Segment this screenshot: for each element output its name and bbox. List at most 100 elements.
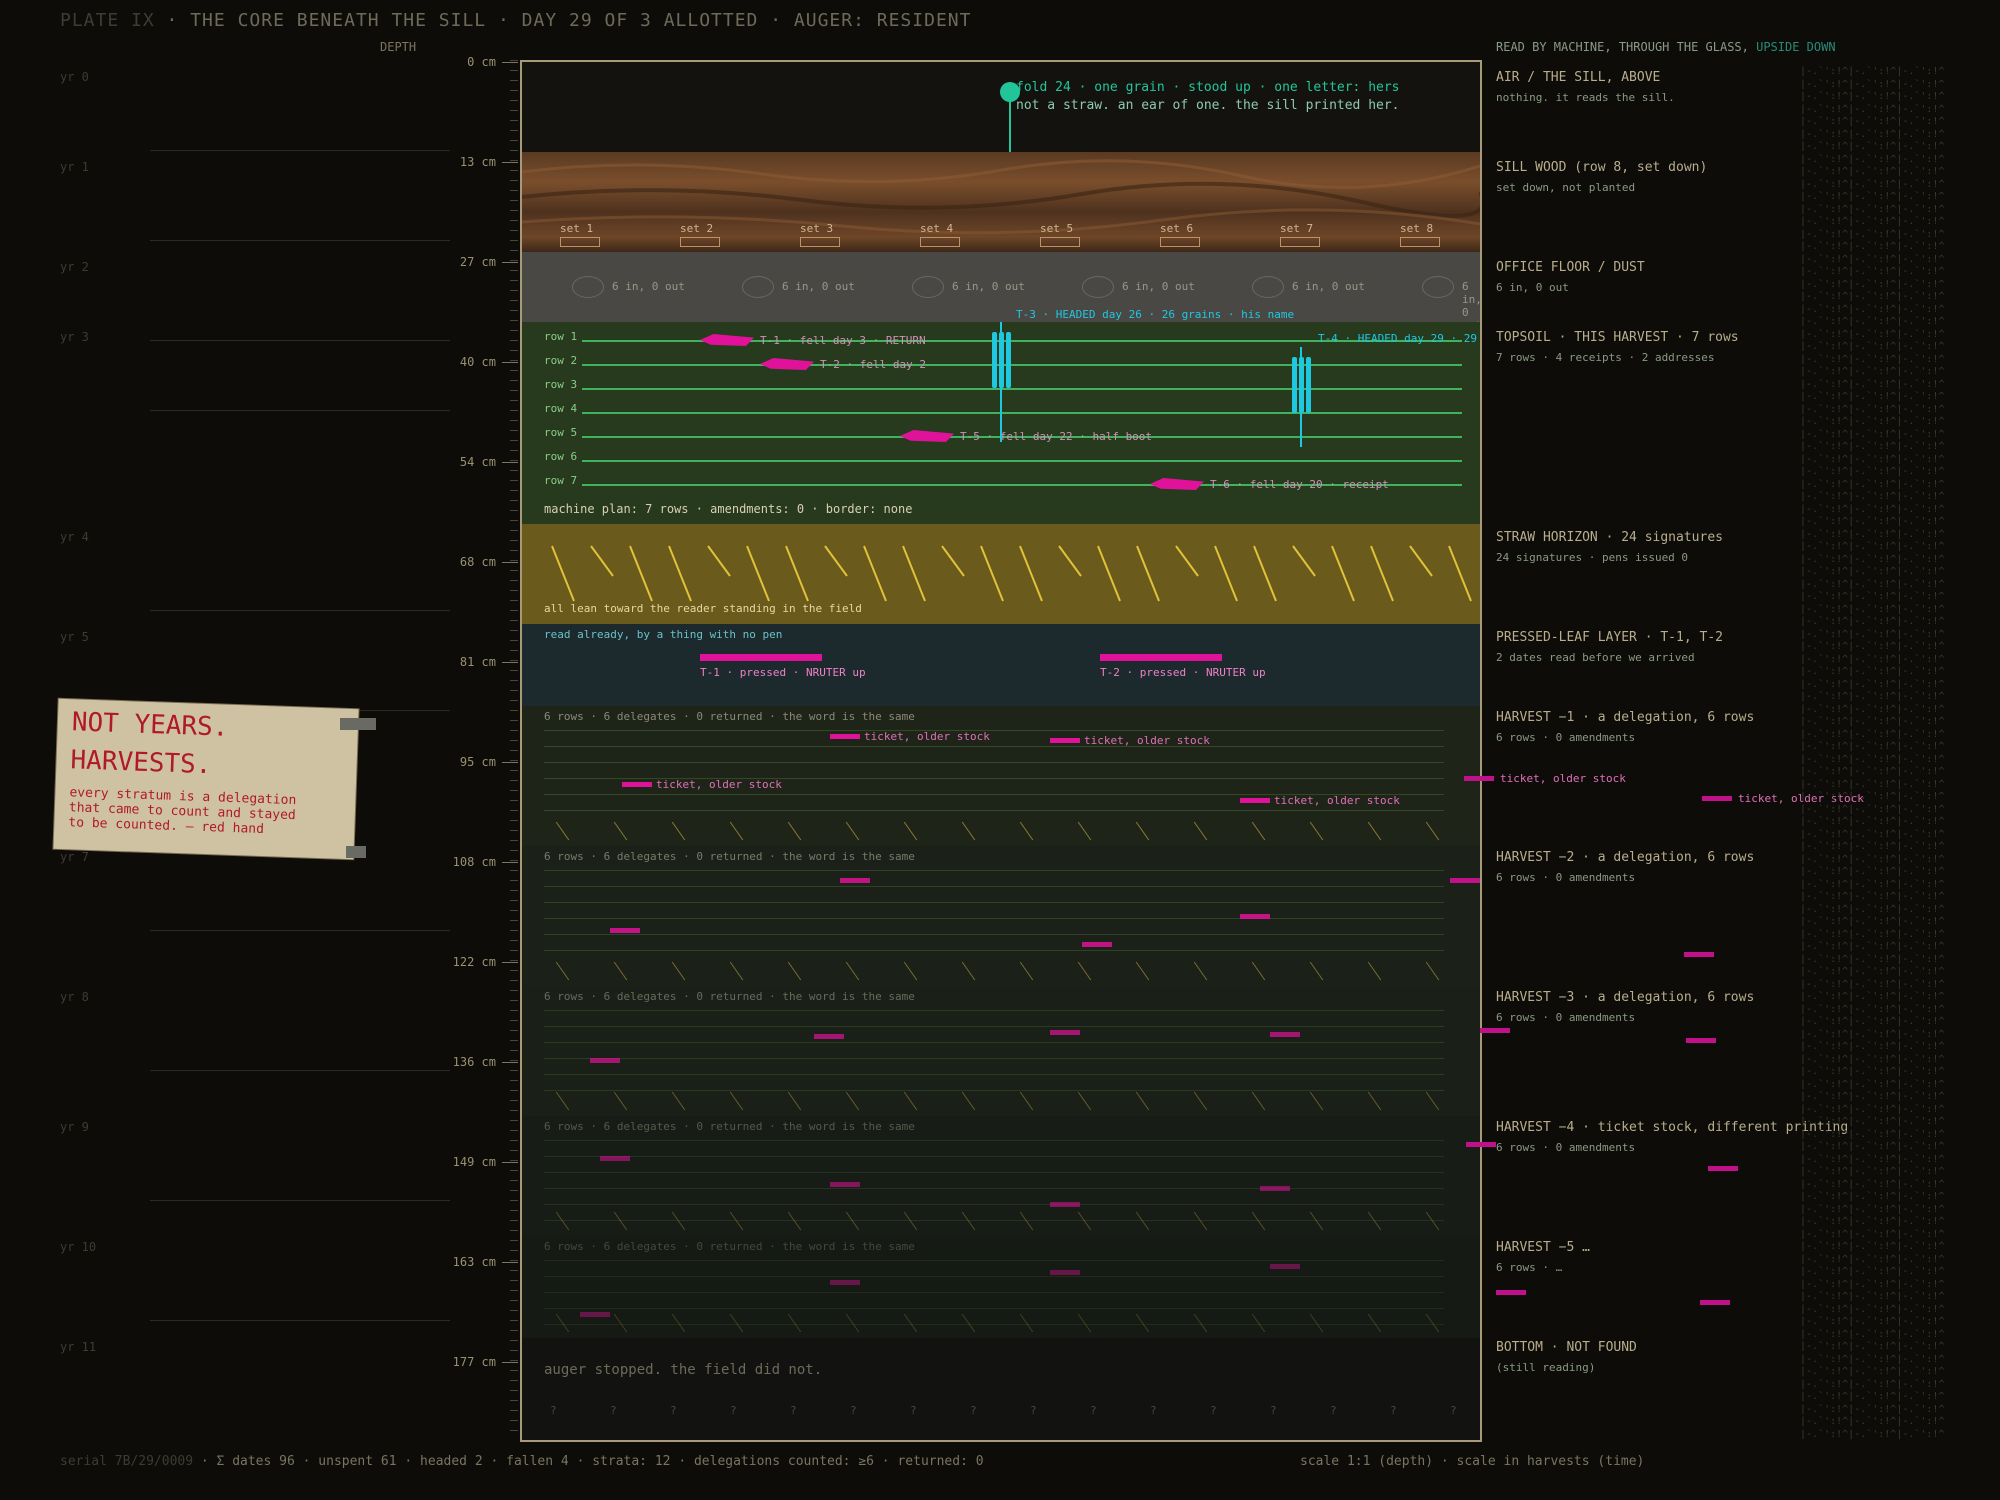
pressed-t1-label: T-1 · pressed · NRUTER up — [700, 666, 866, 679]
minor-tick — [510, 1210, 518, 1211]
minor-tick — [510, 480, 518, 481]
straw-signature — [1214, 545, 1238, 602]
year-label: yr 2 — [60, 260, 89, 274]
depth-header: DEPTH — [380, 40, 417, 54]
depth-tick-label: 40 cm — [459, 355, 496, 369]
minor-tick — [510, 570, 518, 571]
harvest-row — [544, 1260, 1444, 1261]
depth-tick-label: 136 cm — [452, 1055, 496, 1069]
minor-tick — [510, 700, 518, 701]
minor-tick — [510, 920, 518, 921]
minor-tick — [510, 310, 518, 311]
set-label: set 3 — [800, 222, 834, 235]
minor-tick — [510, 1000, 518, 1001]
set-box — [920, 237, 960, 247]
minor-tick — [510, 1120, 518, 1121]
minor-tick — [510, 200, 518, 201]
floor-mark: 6 in, 0 out — [952, 280, 1025, 293]
ticket-mark — [1270, 1032, 1300, 1037]
harvest-row — [544, 1026, 1444, 1027]
straw-signature — [1058, 545, 1082, 577]
minor-tick — [510, 270, 518, 271]
soil-core: fold 24 · one grain · stood up · one let… — [520, 60, 1482, 1442]
floor-circle — [1252, 276, 1284, 298]
depth-tick — [502, 462, 518, 463]
stratum-sub: 6 rows · 0 amendments — [1496, 1011, 1636, 1024]
stratum-title: HARVEST −4 · ticket stock, different pri… — [1496, 1120, 1849, 1135]
ticket-mark — [840, 878, 870, 883]
unknown-mark: ? — [1210, 1404, 1217, 1417]
depth-tick — [502, 762, 518, 763]
minor-tick — [510, 1380, 518, 1381]
minor-tick — [510, 1320, 518, 1321]
minor-tick — [510, 300, 518, 301]
harvest-row — [544, 870, 1444, 871]
fallen-label: T-2 · fell day 2 — [820, 358, 926, 371]
minor-tick — [510, 1290, 518, 1291]
ticket-mark — [814, 1034, 844, 1039]
minor-tick — [510, 990, 518, 991]
year-label: yr 11 — [60, 1340, 97, 1354]
depth-tick-label: 27 cm — [459, 255, 496, 269]
year-label: yr 9 — [60, 1120, 89, 1134]
ticket-mark — [590, 1058, 620, 1063]
floor-mark: 6 in, 0 out — [1292, 280, 1365, 293]
minor-tick — [510, 440, 518, 441]
minor-tick — [510, 1080, 518, 1081]
set-label: set 2 — [680, 222, 714, 235]
year-label: yr 4 — [60, 530, 89, 544]
minor-tick — [510, 1190, 518, 1191]
minor-tick — [510, 730, 518, 731]
minor-tick — [510, 180, 518, 181]
stratum-label: HARVEST −1 · a delegation, 6 rows 6 rows … — [1496, 710, 1754, 744]
minor-tick — [510, 510, 518, 511]
minor-tick — [510, 120, 518, 121]
minor-tick — [510, 1370, 518, 1371]
stratum-sub: set down, not planted — [1496, 181, 1636, 194]
straw-signature — [941, 545, 965, 577]
minor-tick — [510, 1140, 518, 1141]
ticket-mark — [830, 734, 860, 739]
minor-tick — [510, 530, 518, 531]
stratum-title: HARVEST −3 · a delegation, 6 rows — [1496, 990, 1755, 1005]
minor-tick — [510, 1430, 518, 1431]
right-header-accent: UPSIDE DOWN — [1756, 40, 1836, 54]
floor-circle — [912, 276, 944, 298]
machine-plan: machine plan: 7 rows · amendments: 0 · b… — [544, 502, 913, 516]
stats: · Σ dates 96 · unspent 61 · headed 2 · f… — [200, 1454, 984, 1469]
ticket-mark — [1270, 1264, 1300, 1269]
unknown-mark: ? — [550, 1404, 557, 1417]
minor-tick — [510, 910, 518, 911]
set-label: set 8 — [1400, 222, 1434, 235]
minor-tick — [510, 580, 518, 581]
minor-tick — [510, 870, 518, 871]
minor-tick — [510, 110, 518, 111]
depth-tick — [502, 862, 518, 863]
grain-head — [992, 332, 997, 388]
minor-tick — [510, 1180, 518, 1181]
minor-tick — [510, 1200, 518, 1201]
row-label: row 5 — [544, 426, 578, 439]
plate-number: PLATE IX — [60, 10, 155, 31]
headed-label: T-3 · HEADED day 26 · 26 grains · his na… — [1016, 308, 1295, 321]
depth-tick-label: 163 cm — [452, 1255, 496, 1269]
ticket-mark — [1050, 1202, 1080, 1207]
minor-tick — [510, 1230, 518, 1231]
straw-signature — [1136, 545, 1160, 602]
straw-signature — [902, 545, 926, 602]
year-divider — [150, 1200, 450, 1201]
stratum-title: BOTTOM · NOT FOUND — [1496, 1340, 1637, 1355]
footer-stats: serial 7B/29/0009 · Σ dates 96 · unspent… — [60, 1454, 984, 1469]
floor-mark: 6 in, 0 out — [612, 280, 685, 293]
harvest-row — [544, 1074, 1444, 1075]
minor-tick — [510, 520, 518, 521]
row-label: row 6 — [544, 450, 578, 463]
minor-tick — [510, 670, 518, 671]
minor-tick — [510, 1130, 518, 1131]
stratum-title: SILL WOOD (row 8, set down) — [1496, 160, 1708, 175]
set-box — [1040, 237, 1080, 247]
ticket-mark — [1050, 1030, 1080, 1035]
unknown-mark: ? — [850, 1404, 857, 1417]
grain-head — [1299, 357, 1304, 413]
ticket-mark — [1686, 1038, 1716, 1043]
